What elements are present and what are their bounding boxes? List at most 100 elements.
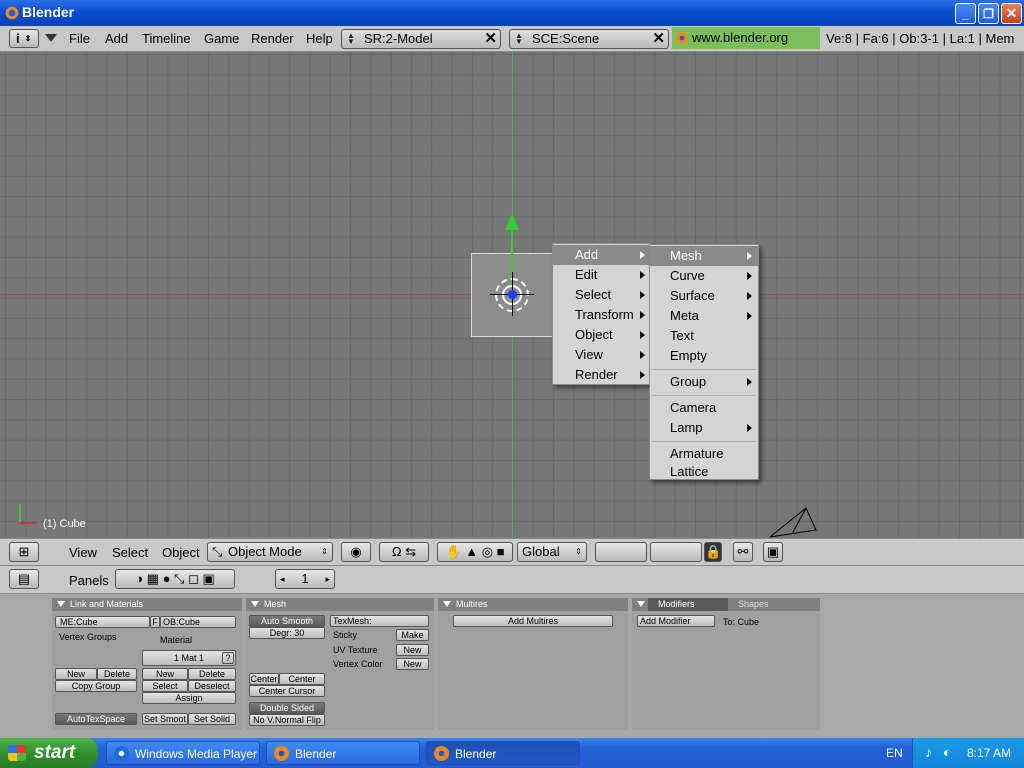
menu-item-select[interactable]: Select	[553, 285, 651, 305]
menu-item-transform[interactable]: Transform	[553, 305, 651, 325]
texmesh-field[interactable]: TexMesh:	[330, 615, 429, 627]
add-modifier-button[interactable]: Add Modifier	[637, 615, 715, 627]
menu-render[interactable]: Render	[251, 31, 294, 46]
center-cursor-button[interactable]: Center Cursor	[249, 685, 325, 697]
menu-add[interactable]: Add	[105, 31, 128, 46]
delete-scene-icon[interactable]: ✕	[652, 30, 665, 48]
draw-type-button[interactable]: ◉	[341, 542, 371, 562]
add-item-group[interactable]: Group	[650, 372, 758, 392]
layer-buttons-2[interactable]	[650, 542, 702, 562]
material-select-button[interactable]: Select	[142, 680, 188, 692]
menu-game[interactable]: Game	[204, 31, 239, 46]
add-multires-button[interactable]: Add Multires	[453, 615, 613, 627]
material-assign-button[interactable]: Assign	[142, 692, 236, 704]
editor-type-button[interactable]: i ⇕	[9, 29, 39, 48]
menu-item-edit[interactable]: Edit	[553, 265, 651, 285]
manipulator-arrow-icon[interactable]	[505, 214, 519, 230]
restore-button[interactable]: ❐	[978, 3, 999, 24]
pivot-button[interactable]: Ω ⇆	[379, 542, 429, 562]
lock-icon[interactable]: 🔒	[704, 542, 722, 562]
center-button[interactable]: Center	[249, 673, 279, 685]
double-sided-toggle[interactable]: Double Sided	[249, 702, 325, 714]
menu-item-view[interactable]: View	[553, 345, 651, 365]
uv-texture-new-button[interactable]: New	[396, 644, 429, 656]
submenu-arrow-icon	[640, 271, 645, 279]
3d-viewport[interactable]: (1) Cube	[0, 52, 1024, 538]
screen-selector[interactable]: ▲ ▼ SR:2-Model ✕	[341, 29, 501, 49]
menu-help[interactable]: Help	[306, 31, 333, 46]
auto-smooth-toggle[interactable]: Auto Smooth	[249, 615, 325, 627]
network-icon[interactable]: ♪	[925, 744, 932, 760]
set-smooth-button[interactable]: Set Smoot	[142, 713, 188, 725]
autotexspace-toggle[interactable]: AutoTexSpace	[55, 713, 137, 725]
add-item-empty[interactable]: Empty	[650, 346, 758, 366]
vertex-color-new-button[interactable]: New	[396, 658, 429, 670]
copy-group-button[interactable]: Copy Group	[55, 680, 137, 692]
menu-object[interactable]: Object	[162, 545, 200, 560]
menu-item-object[interactable]: Object	[553, 325, 651, 345]
clock[interactable]: 8:17 AM	[967, 746, 1011, 760]
task-blender-2[interactable]: Blender	[426, 741, 580, 765]
task-windows-media-player[interactable]: Windows Media Player	[106, 741, 260, 765]
add-item-lattice[interactable]: Lattice	[650, 464, 758, 480]
degr-field[interactable]: Degr: 30	[249, 627, 325, 639]
material-help-button[interactable]: ?	[222, 652, 234, 664]
center-new-button[interactable]: Center New	[279, 673, 325, 694]
decrement-icon[interactable]: ◂	[280, 570, 285, 588]
tab-shapes[interactable]: Shapes	[730, 598, 769, 611]
menu-file[interactable]: File	[69, 31, 90, 46]
vgroup-delete-button[interactable]: Delete	[97, 668, 137, 680]
render-icon[interactable]: ▣	[763, 542, 783, 562]
manipulator-buttons[interactable]: ✋ ▲ ◎ ■	[437, 542, 513, 562]
language-indicator[interactable]: EN	[886, 746, 903, 760]
add-item-curve[interactable]: Curve	[650, 266, 758, 286]
link-icon[interactable]: ⚯	[733, 542, 753, 562]
add-item-armature[interactable]: Armature	[650, 444, 758, 464]
minimize-button[interactable]: _	[955, 3, 976, 24]
menu-item-render[interactable]: Render	[553, 365, 651, 385]
vgroup-new-button[interactable]: New	[55, 668, 97, 680]
add-item-meta[interactable]: Meta	[650, 306, 758, 326]
increment-icon[interactable]: ▸	[325, 570, 330, 588]
editor-type-button[interactable]: ▤	[9, 569, 39, 589]
add-item-surface[interactable]: Surface	[650, 286, 758, 306]
layer-buttons-1[interactable]	[595, 542, 647, 562]
scene-selector[interactable]: ▲ ▼ SCE:Scene ✕	[509, 29, 669, 49]
set-solid-button[interactable]: Set Solid	[188, 713, 236, 725]
add-item-lamp[interactable]: Lamp	[650, 418, 758, 438]
site-link[interactable]: www.blender.org 249.2	[672, 27, 820, 67]
object-name-field[interactable]: OB:Cube	[160, 616, 236, 628]
material-new-button[interactable]: New	[142, 668, 188, 680]
no-vnormal-flip-toggle[interactable]: No V.Normal Flip	[249, 714, 325, 726]
start-button[interactable]: start	[0, 738, 98, 768]
context-buttons[interactable]: ◑ ▦ ● ⤡ ◻ ▣	[115, 569, 235, 589]
add-item-camera[interactable]: Camera	[650, 398, 758, 418]
add-item-text[interactable]: Text	[650, 326, 758, 346]
tab-modifiers[interactable]: Modifiers	[648, 598, 728, 611]
fake-user-button[interactable]: F	[150, 616, 160, 628]
menu-timeline[interactable]: Timeline	[142, 31, 191, 46]
sticky-make-button[interactable]: Make	[396, 629, 429, 641]
menu-view[interactable]: View	[69, 545, 97, 560]
object-center-dot	[508, 290, 517, 299]
material-deselect-button[interactable]: Deselect	[188, 680, 236, 692]
panel-header[interactable]: Multires	[438, 598, 628, 611]
delete-screen-icon[interactable]: ✕	[484, 30, 497, 48]
frame-number-field[interactable]: ◂ 1 ▸	[275, 569, 335, 589]
mode-selector[interactable]: ⤡ Object Mode ⇕	[207, 542, 333, 562]
panel-header[interactable]: Mesh	[246, 598, 434, 611]
mesh-name-field[interactable]: ME:Cube	[55, 616, 150, 628]
menu-item-add[interactable]: Add	[553, 245, 651, 265]
close-window-button[interactable]: ✕	[1001, 3, 1022, 24]
collapse-menu-icon[interactable]	[45, 34, 57, 42]
panel-header[interactable]: Modifiers Shapes	[632, 598, 820, 611]
panel-header[interactable]: Link and Materials	[52, 598, 242, 611]
add-item-mesh[interactable]: Mesh	[650, 246, 758, 266]
blender-logo-icon	[4, 5, 20, 21]
volume-icon[interactable]: ◐	[943, 744, 951, 760]
menu-select[interactable]: Select	[112, 545, 148, 560]
material-delete-button[interactable]: Delete	[188, 668, 236, 680]
editor-type-button[interactable]: ⊞	[9, 542, 39, 562]
orientation-selector[interactable]: Global ⇕	[517, 542, 587, 562]
task-blender-1[interactable]: Blender	[266, 741, 420, 765]
